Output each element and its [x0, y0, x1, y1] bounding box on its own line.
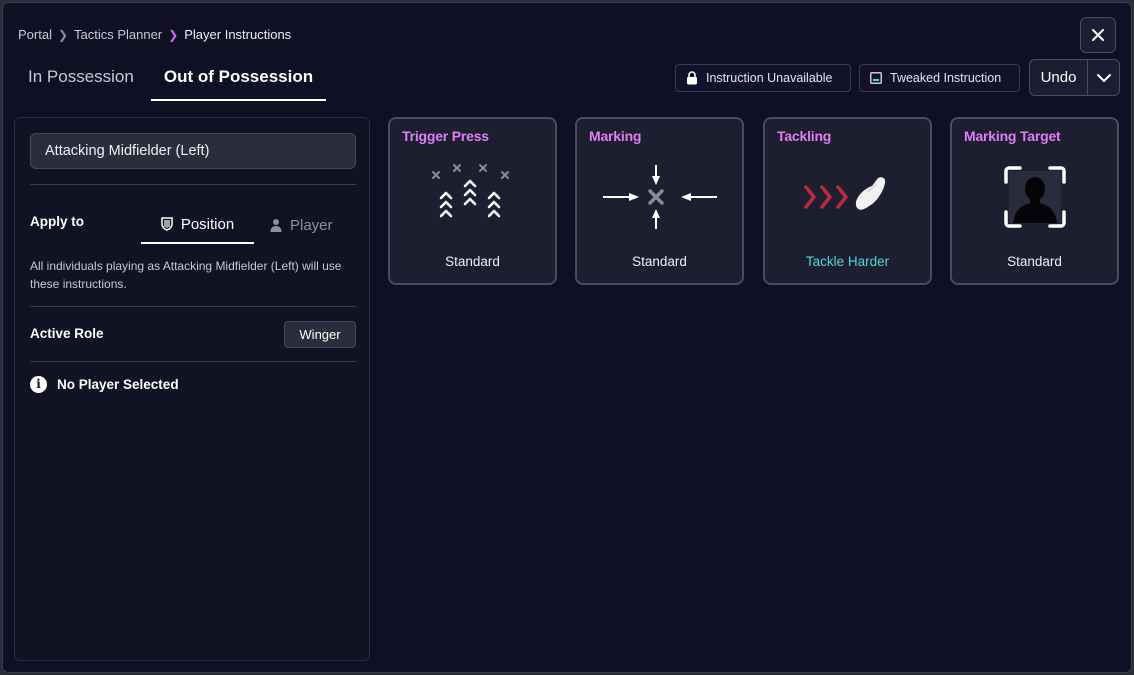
chevron-down-icon — [1096, 73, 1111, 82]
legend-tweaked-instruction: Tweaked Instruction — [859, 64, 1020, 92]
breadcrumb-portal[interactable]: Portal — [18, 27, 52, 42]
undo-button[interactable]: Undo — [1030, 60, 1088, 95]
apply-description: All individuals playing as Attacking Mid… — [30, 259, 342, 291]
card-value: Standard — [632, 254, 687, 269]
divider — [30, 361, 356, 362]
close-button[interactable] — [1080, 17, 1116, 53]
player-instructions-window: Portal ❯ Tactics Planner ❯ Player Instru… — [2, 2, 1132, 673]
chevron-right-icon: ❯ — [57, 27, 69, 42]
instruction-card-tackling[interactable]: Tackling Tackle Harder — [763, 117, 932, 285]
no-player-notice: i No Player Selected — [30, 376, 179, 393]
instruction-card-marking-target[interactable]: Marking Target Standard — [950, 117, 1119, 285]
info-icon: i — [30, 376, 47, 393]
divider — [30, 306, 356, 307]
card-value: Standard — [1007, 254, 1062, 269]
instruction-card-marking[interactable]: Marking Standard — [575, 117, 744, 285]
trigger-press-icon — [390, 157, 555, 237]
possession-tabs: In Possession Out of Possession — [15, 59, 327, 101]
undo-history-dropdown[interactable] — [1088, 60, 1119, 95]
legend-tweaked-label: Tweaked Instruction — [890, 71, 1002, 85]
undo-control: Undo — [1029, 59, 1120, 96]
divider — [30, 184, 356, 185]
marking-icon — [577, 157, 742, 237]
tweaked-icon — [870, 72, 882, 84]
card-value: Standard — [445, 254, 500, 269]
tackling-icon — [765, 157, 930, 237]
card-title: Marking Target — [964, 128, 1061, 144]
close-icon — [1092, 29, 1104, 41]
card-value: Tackle Harder — [805, 254, 890, 269]
breadcrumb-player-instructions: Player Instructions — [184, 27, 292, 42]
tab-out-of-possession[interactable]: Out of Possession — [150, 59, 327, 101]
breadcrumb-tactics-planner[interactable]: Tactics Planner — [74, 27, 162, 42]
legend-unavailable-label: Instruction Unavailable — [706, 71, 833, 85]
instruction-sidebar: Attacking Midfielder (Left) Apply to Pos… — [14, 117, 370, 661]
card-title: Tackling — [777, 128, 832, 144]
no-player-label: No Player Selected — [57, 377, 179, 392]
card-title: Trigger Press — [402, 128, 489, 144]
position-selector[interactable]: Attacking Midfielder (Left) — [30, 133, 356, 169]
apply-tab-player-label: Player — [290, 216, 333, 234]
instruction-card-trigger-press[interactable]: Trigger Press Standard — [388, 117, 557, 285]
apply-to-label: Apply to — [30, 214, 84, 229]
shield-icon — [161, 217, 173, 231]
apply-tab-position-label: Position — [180, 215, 235, 233]
breadcrumb: Portal ❯ Tactics Planner ❯ Player Instru… — [18, 27, 291, 42]
chevron-right-icon: ❯ — [168, 27, 179, 42]
apply-tab-position[interactable]: Position — [141, 206, 254, 244]
person-icon — [270, 219, 282, 232]
active-role-label: Active Role — [30, 326, 104, 341]
tab-in-possession[interactable]: In Possession — [15, 59, 147, 101]
marking-target-icon — [952, 157, 1117, 237]
lock-icon — [687, 71, 697, 85]
legend-instruction-unavailable: Instruction Unavailable — [675, 64, 851, 92]
active-role-button[interactable]: Winger — [284, 321, 356, 348]
card-title: Marking — [589, 128, 642, 144]
apply-tab-player[interactable]: Player — [270, 206, 333, 244]
